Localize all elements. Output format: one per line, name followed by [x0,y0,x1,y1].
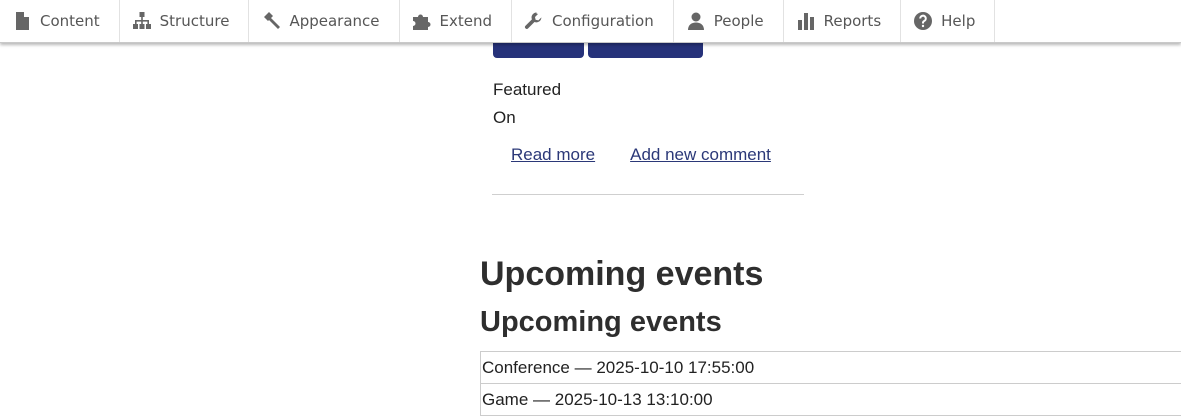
divider [492,194,804,195]
toolbar-item-people[interactable]: People [674,0,784,42]
list-item: Game — 2025-10-13 13:10:00 [481,384,1181,416]
question-circle-icon [913,11,933,31]
toolbar-item-label: People [713,12,764,30]
read-more-link[interactable]: Read more [511,145,595,165]
brush-icon [261,11,281,31]
toolbar-item-appearance[interactable]: Appearance [249,0,400,42]
article-links: Read more Add new comment [511,145,771,165]
events-list: Conference — 2025-10-10 17:55:00 Game — … [480,351,1181,416]
toolbar-item-content[interactable]: Content [0,0,120,42]
toolbar-item-label: Configuration [552,12,654,30]
toolbar-item-label: Help [941,12,976,30]
admin-toolbar: Content Structure Appearance Extend Conf… [0,0,1181,43]
toolbar-item-label: Content [40,12,100,30]
add-new-comment-link[interactable]: Add new comment [630,145,771,165]
wrench-icon [524,11,544,31]
toolbar-item-configuration[interactable]: Configuration [512,0,674,42]
bar-chart-icon [796,11,816,31]
view-title: Upcoming events [480,306,722,338]
toolbar-item-structure[interactable]: Structure [120,0,250,42]
toolbar-item-label: Appearance [289,12,380,30]
file-icon [12,11,32,31]
toolbar-item-reports[interactable]: Reports [784,0,902,42]
toolbar-item-extend[interactable]: Extend [400,0,513,42]
featured-field-label: Featured [493,80,562,99]
toolbar-item-label: Extend [439,12,493,30]
sitemap-icon [132,11,152,31]
list-item: Conference — 2025-10-10 17:55:00 [481,352,1181,384]
puzzle-icon [412,11,432,31]
toolbar-item-label: Reports [823,12,882,30]
person-icon [686,11,706,31]
block-title: Upcoming events [480,255,764,293]
toolbar-item-help[interactable]: Help [901,0,996,42]
toolbar-item-label: Structure [159,12,230,30]
featured-field-value: On [493,108,516,127]
